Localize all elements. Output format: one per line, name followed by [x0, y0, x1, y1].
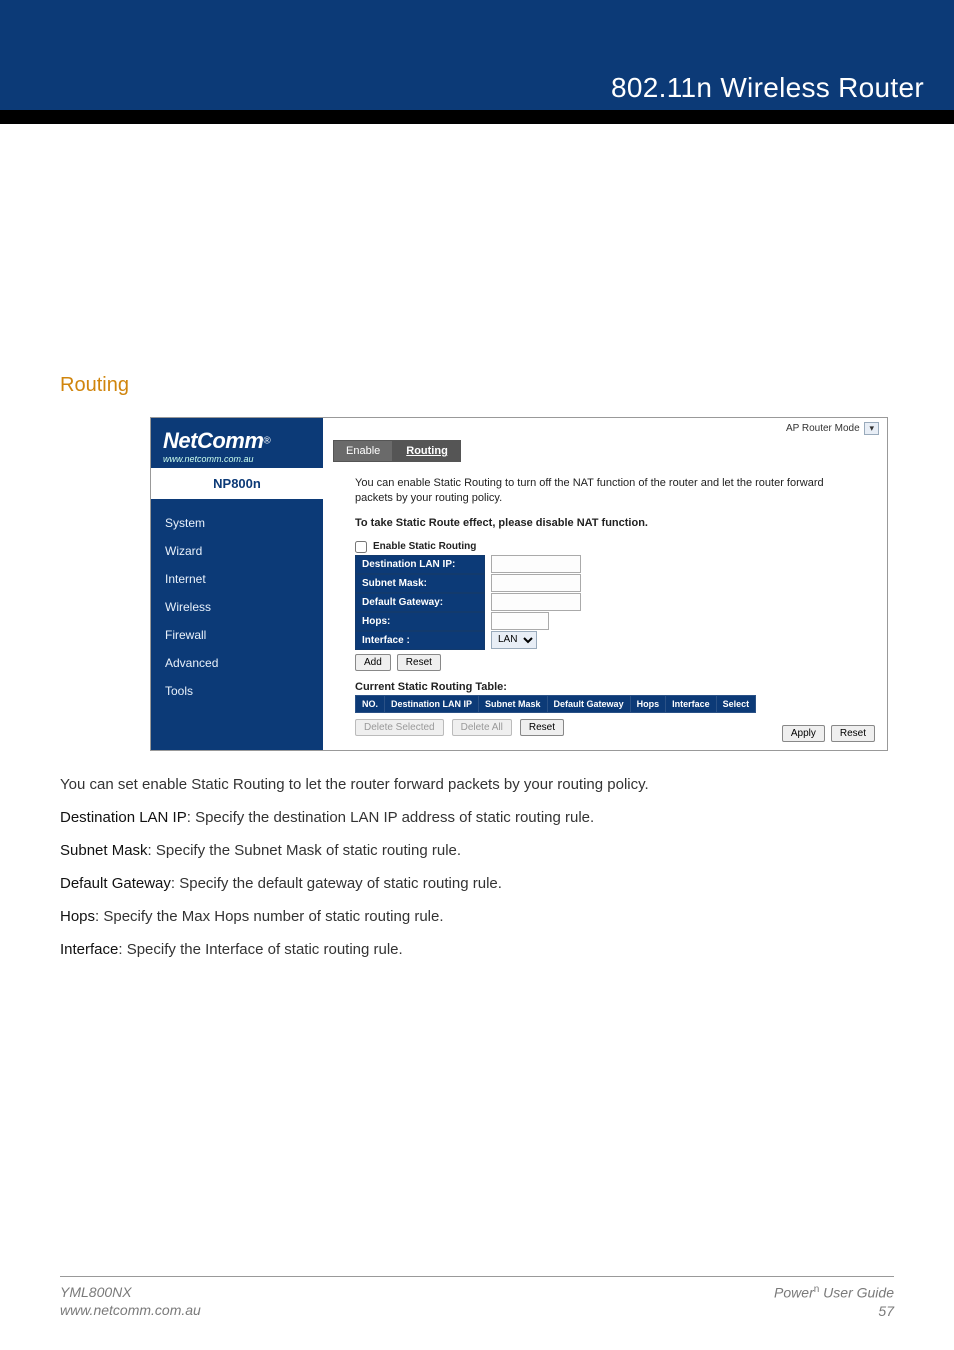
input-gateway[interactable]	[491, 593, 581, 611]
main-panel: Enable Routing You can enable Static Rou…	[323, 418, 887, 750]
reset-button[interactable]: Reset	[397, 654, 441, 671]
page-footer: YML800NX www.netcomm.com.au Powern User …	[60, 1276, 894, 1350]
def-text-1: : Specify the Subnet Mask of static rout…	[148, 842, 462, 859]
section-title: Routing	[60, 374, 894, 397]
def-label-2: Default Gateway	[60, 875, 171, 892]
router-screenshot: AP Router Mode ▾ NetComm® www.netcomm.co…	[150, 417, 888, 751]
input-subnet[interactable]	[491, 574, 581, 592]
footer-brand: Power	[774, 1285, 814, 1301]
enable-static-routing-label: Enable Static Routing	[373, 541, 476, 552]
th-interface: Interface	[666, 695, 717, 712]
th-dest-ip: Destination LAN IP	[385, 695, 479, 712]
def-label-4: Interface	[60, 941, 118, 958]
th-select: Select	[716, 695, 756, 712]
table-title: Current Static Routing Table:	[355, 681, 877, 693]
enable-static-routing-checkbox[interactable]	[355, 541, 367, 553]
sidebar-item-wireless[interactable]: Wireless	[165, 593, 309, 621]
tab-routing[interactable]: Routing	[393, 440, 461, 462]
logo-brand: NetComm	[163, 428, 263, 453]
sidebar-item-firewall[interactable]: Firewall	[165, 621, 309, 649]
header-band: 802.11n Wireless Router	[0, 0, 954, 110]
footer-model: YML800NX	[60, 1283, 201, 1301]
sidebar-item-advanced[interactable]: Advanced	[165, 649, 309, 677]
def-text-3: : Specify the Max Hops number of static …	[95, 908, 444, 925]
footer-guide: User Guide	[819, 1285, 894, 1301]
select-interface[interactable]: LAN	[491, 631, 537, 649]
header-title: 802.11n Wireless Router	[611, 72, 924, 104]
tab-enable[interactable]: Enable	[333, 440, 393, 462]
page-number: 57	[774, 1302, 894, 1320]
panel-description: You can enable Static Routing to turn of…	[355, 476, 825, 506]
footer-url: www.netcomm.com.au	[60, 1301, 201, 1319]
logo-reg: ®	[263, 435, 270, 446]
logo-block: NetComm® www.netcomm.com.au	[151, 418, 323, 468]
add-button[interactable]: Add	[355, 654, 391, 671]
sidebar-item-wizard[interactable]: Wizard	[165, 537, 309, 565]
panel-warning: To take Static Route effect, please disa…	[355, 516, 825, 531]
delete-all-button[interactable]: Delete All	[452, 719, 512, 736]
body-text: You can set enable Static Routing to let…	[60, 771, 894, 963]
def-label-0: Destination LAN IP	[60, 809, 187, 826]
label-dest-ip: Destination LAN IP:	[355, 555, 485, 574]
th-hops: Hops	[630, 695, 666, 712]
input-hops[interactable]	[491, 612, 549, 630]
apply-button[interactable]: Apply	[782, 725, 825, 742]
sidebar-item-system[interactable]: System	[165, 509, 309, 537]
def-label-1: Subnet Mask	[60, 842, 148, 859]
def-label-3: Hops	[60, 908, 95, 925]
delete-selected-button[interactable]: Delete Selected	[355, 719, 444, 736]
sidebar-item-tools[interactable]: Tools	[165, 677, 309, 705]
label-hops: Hops:	[355, 612, 485, 631]
reset-table-button[interactable]: Reset	[520, 719, 564, 736]
body-intro: You can set enable Static Routing to let…	[60, 771, 894, 798]
label-gateway: Default Gateway:	[355, 593, 485, 612]
def-text-0: : Specify the destination LAN IP address…	[187, 809, 594, 826]
input-dest-ip[interactable]	[491, 555, 581, 573]
def-text-4: : Specify the Interface of static routin…	[118, 941, 402, 958]
def-text-2: : Specify the default gateway of static …	[171, 875, 502, 892]
th-subnet: Subnet Mask	[479, 695, 548, 712]
label-interface: Interface :	[355, 631, 485, 650]
page-content: Routing AP Router Mode ▾ NetComm® www.ne…	[0, 124, 954, 1350]
tab-bar: Enable Routing	[333, 440, 877, 462]
routing-table: NO. Destination LAN IP Subnet Mask Defau…	[355, 695, 756, 713]
table-header-row: NO. Destination LAN IP Subnet Mask Defau…	[356, 695, 756, 712]
reset-all-button[interactable]: Reset	[831, 725, 875, 742]
model-label: NP800n	[151, 468, 323, 499]
th-no: NO.	[356, 695, 385, 712]
label-subnet: Subnet Mask:	[355, 574, 485, 593]
header-black-strip	[0, 110, 954, 124]
th-gateway: Default Gateway	[547, 695, 630, 712]
sidebar-item-internet[interactable]: Internet	[165, 565, 309, 593]
logo-url: www.netcomm.com.au	[163, 454, 311, 464]
sidebar-nav: System Wizard Internet Wireless Firewall…	[151, 499, 323, 705]
sidebar: NetComm® www.netcomm.com.au NP800n Syste…	[151, 418, 323, 750]
